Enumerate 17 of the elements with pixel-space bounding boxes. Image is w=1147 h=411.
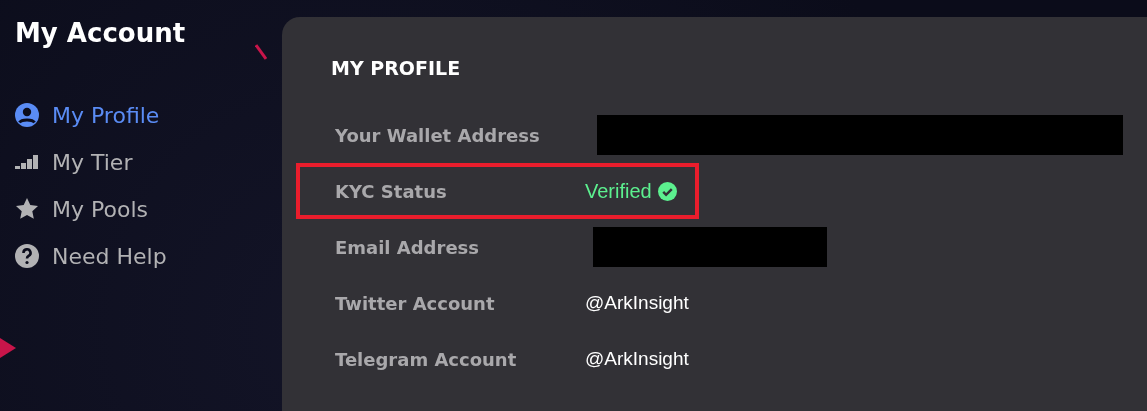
field-label: Email Address xyxy=(335,236,481,258)
field-label: Your Wallet Address xyxy=(335,124,541,146)
panel-title: MY PROFILE xyxy=(331,57,462,79)
shard-decoration xyxy=(255,44,267,60)
sidebar-title: My Account xyxy=(15,18,187,48)
star-icon xyxy=(15,197,39,221)
check-circle-icon xyxy=(657,181,677,201)
field-label: Twitter Account xyxy=(335,292,496,314)
field-value: @ArkInsight xyxy=(585,292,689,314)
field-label: KYC Status xyxy=(335,180,448,202)
triangle-decoration xyxy=(0,338,16,358)
kyc-status: Verified xyxy=(585,179,677,203)
help-icon xyxy=(15,244,39,268)
user-icon xyxy=(15,103,39,127)
field-value: @ArkInsight xyxy=(585,348,689,370)
signal-bars-icon xyxy=(15,155,39,169)
field-label: Telegram Account xyxy=(335,348,518,370)
